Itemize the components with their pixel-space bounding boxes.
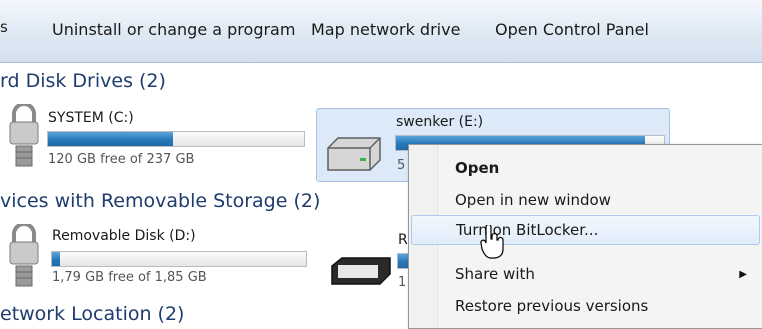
menu-item-open-new-window[interactable]: Open in new window bbox=[409, 185, 762, 215]
section-title-hard-disk-drives: rd Disk Drives (2) bbox=[0, 70, 166, 92]
uninstall-program-button[interactable]: Uninstall or change a program bbox=[52, 20, 295, 39]
drive-usage-bar-removable bbox=[51, 251, 307, 267]
drive-usage-bar-system bbox=[47, 131, 305, 147]
drive-free-text-second-removable: 1 bbox=[398, 275, 407, 290]
hand-pointer-cursor-icon bbox=[480, 225, 504, 259]
menu-item-open[interactable]: Open bbox=[409, 153, 762, 183]
command-bar: s Uninstall or change a program Map netw… bbox=[0, 0, 762, 63]
locked-drive-icon bbox=[9, 104, 39, 167]
locked-removable-disk-icon bbox=[9, 224, 39, 287]
toolbar-overflow-text: s bbox=[0, 18, 8, 36]
drive-free-text-removable: 1,79 GB free of 1,85 GB bbox=[52, 270, 207, 285]
drive-usage-fill-second-removable bbox=[398, 254, 408, 268]
context-menu: Open Open in new window Turn on BitLocke… bbox=[408, 144, 762, 329]
drive-free-text-swenker: 5 bbox=[397, 158, 406, 173]
menu-item-open-label: Open bbox=[455, 159, 500, 177]
section-title-removable-storage: vices with Removable Storage (2) bbox=[0, 190, 321, 212]
menu-item-restore-previous-versions[interactable]: Restore previous versions bbox=[409, 291, 762, 321]
drive-free-text-system: 120 GB free of 237 GB bbox=[48, 152, 195, 167]
section-title-network-location: etwork Location (2) bbox=[0, 303, 185, 325]
drive-name-removable: Removable Disk (D:) bbox=[52, 228, 196, 244]
menu-item-open-new-window-label: Open in new window bbox=[455, 191, 611, 209]
hard-drive-icon bbox=[327, 137, 381, 171]
map-network-drive-button[interactable]: Map network drive bbox=[311, 20, 460, 39]
menu-item-share-with-label: Share with bbox=[455, 265, 535, 283]
drive-name-second-removable: R bbox=[398, 232, 408, 248]
drive-usage-bar-second-removable bbox=[397, 253, 408, 269]
drive-name-swenker: swenker (E:) bbox=[396, 114, 484, 130]
menu-item-restore-previous-versions-label: Restore previous versions bbox=[455, 297, 649, 315]
drive-name-system: SYSTEM (C:) bbox=[48, 110, 134, 126]
submenu-arrow-icon: ▶ bbox=[739, 269, 747, 280]
removable-drive-icon bbox=[331, 257, 391, 285]
menu-item-share-with[interactable]: Share with ▶ bbox=[409, 259, 762, 289]
menu-item-turn-on-bitlocker[interactable]: Turn on BitLocker... bbox=[411, 215, 760, 245]
menu-item-turn-on-bitlocker-label: Turn on BitLocker... bbox=[456, 221, 599, 239]
drive-usage-fill-removable bbox=[52, 252, 60, 266]
drive-usage-fill-system bbox=[48, 132, 174, 146]
open-control-panel-button[interactable]: Open Control Panel bbox=[495, 20, 649, 39]
